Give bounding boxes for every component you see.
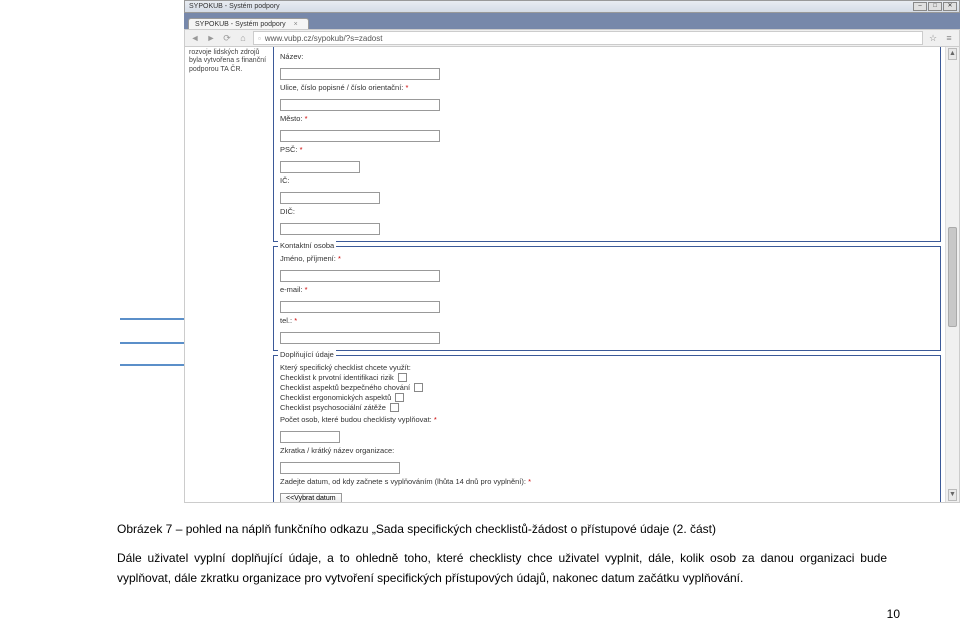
- label-nazev: Název:: [280, 52, 934, 61]
- browser-tab[interactable]: SYPOKUB - Systém podpory ×: [188, 18, 309, 29]
- check2-label: Checklist aspektů bezpečného chování: [280, 383, 410, 392]
- input-ic[interactable]: [280, 192, 380, 204]
- url-input[interactable]: ▫ www.vubp.cz/sypokub/?s=zadost: [253, 31, 923, 45]
- label-tel: tel.: *: [280, 316, 934, 325]
- vertical-scrollbar[interactable]: ▲ ▼: [945, 47, 959, 502]
- label-psc: PSČ: *: [280, 145, 934, 154]
- label-dic: DIČ:: [280, 207, 934, 216]
- input-ulice[interactable]: [280, 99, 440, 111]
- close-button[interactable]: ✕: [943, 2, 957, 11]
- description-paragraph: Dále uživatel vyplní doplňující údaje, a…: [117, 548, 887, 589]
- tab-label: SYPOKUB - Systém podpory: [195, 21, 286, 28]
- window-title-bar: SYPOKUB - Systém podpory – □ ✕: [184, 0, 960, 13]
- check1-label: Checklist k prvotní identifikaci rizik: [280, 373, 394, 382]
- address-fieldset: Název: Ulice, číslo popisné / číslo orie…: [273, 47, 941, 242]
- form-area: Název: Ulice, číslo popisné / číslo orie…: [273, 47, 959, 502]
- input-psc[interactable]: [280, 161, 360, 173]
- extra-fieldset: Doplňující údaje Který specifický checkl…: [273, 355, 941, 503]
- input-dic[interactable]: [280, 223, 380, 235]
- scroll-down-icon[interactable]: ▼: [948, 489, 957, 501]
- label-email: e-mail: *: [280, 285, 934, 294]
- checkbox-1[interactable]: [398, 373, 407, 382]
- browser-window: SYPOKUB - Systém podpory – □ ✕ SYPOKUB -…: [184, 0, 960, 47]
- check-row-4: Checklist psychosociální zátěže: [280, 403, 934, 412]
- check-row-1: Checklist k prvotní identifikaci rizik: [280, 373, 934, 382]
- label-zkratka: Zkratka / krátký název organizace:: [280, 446, 934, 455]
- label-jmeno: Jméno, příjmení: *: [280, 254, 934, 263]
- minimize-button[interactable]: –: [913, 2, 927, 11]
- figure-caption: Obrázek 7 – pohled na náplň funkčního od…: [117, 522, 716, 536]
- home-icon[interactable]: ⌂: [237, 32, 249, 44]
- page-icon: ▫: [258, 34, 261, 43]
- check3-label: Checklist ergonomických aspektů: [280, 393, 391, 402]
- label-mesto: Město: *: [280, 114, 934, 123]
- address-bar: ◄ ► ⟳ ⌂ ▫ www.vubp.cz/sypokub/?s=zadost …: [184, 29, 960, 47]
- funding-note: rozvoje lidských zdrojů byla vytvořena s…: [189, 49, 269, 74]
- input-email[interactable]: [280, 301, 440, 313]
- window-controls: – □ ✕: [913, 2, 957, 11]
- check-row-3: Checklist ergonomických aspektů: [280, 393, 934, 402]
- label-date: Zadejte datum, od kdy začnete s vyplňová…: [280, 477, 934, 486]
- page-viewport: rozvoje lidských zdrojů byla vytvořena s…: [184, 47, 960, 503]
- close-tab-icon[interactable]: ×: [294, 21, 298, 28]
- scroll-thumb[interactable]: [948, 227, 957, 327]
- forward-icon[interactable]: ►: [205, 32, 217, 44]
- extra-legend: Doplňující údaje: [278, 350, 336, 359]
- label-which-checklist: Který specifický checklist chcete využít…: [280, 363, 934, 372]
- reload-icon[interactable]: ⟳: [221, 32, 233, 44]
- maximize-button[interactable]: □: [928, 2, 942, 11]
- date-picker-button[interactable]: <<Vybrat datum: [280, 493, 342, 503]
- bookmark-icon[interactable]: ☆: [927, 32, 939, 44]
- input-nazev[interactable]: [280, 68, 440, 80]
- checkbox-2[interactable]: [414, 383, 423, 392]
- check-row-2: Checklist aspektů bezpečného chování: [280, 383, 934, 392]
- contact-fieldset: Kontaktní osoba Jméno, příjmení: * e-mai…: [273, 246, 941, 351]
- checkbox-4[interactable]: [390, 403, 399, 412]
- checkbox-3[interactable]: [395, 393, 404, 402]
- tab-bar: SYPOKUB - Systém podpory ×: [184, 13, 960, 29]
- left-sidebar: rozvoje lidských zdrojů byla vytvořena s…: [185, 47, 273, 502]
- contact-legend: Kontaktní osoba: [278, 241, 336, 250]
- label-num-people: Počet osob, které budou checklisty vyplň…: [280, 415, 934, 424]
- input-mesto[interactable]: [280, 130, 440, 142]
- label-ic: IČ:: [280, 176, 934, 185]
- scroll-up-icon[interactable]: ▲: [948, 48, 957, 60]
- input-zkratka[interactable]: [280, 462, 400, 474]
- page-content: rozvoje lidských zdrojů byla vytvořena s…: [185, 47, 959, 502]
- check4-label: Checklist psychosociální zátěže: [280, 403, 386, 412]
- input-num-people[interactable]: [280, 431, 340, 443]
- window-title: SYPOKUB - Systém podpory: [189, 3, 280, 10]
- menu-icon[interactable]: ≡: [943, 32, 955, 44]
- label-ulice: Ulice, číslo popisné / číslo orientační:…: [280, 83, 934, 92]
- back-icon[interactable]: ◄: [189, 32, 201, 44]
- input-jmeno[interactable]: [280, 270, 440, 282]
- page-number: 10: [887, 607, 900, 621]
- input-tel[interactable]: [280, 332, 440, 344]
- url-text: www.vubp.cz/sypokub/?s=zadost: [265, 34, 383, 43]
